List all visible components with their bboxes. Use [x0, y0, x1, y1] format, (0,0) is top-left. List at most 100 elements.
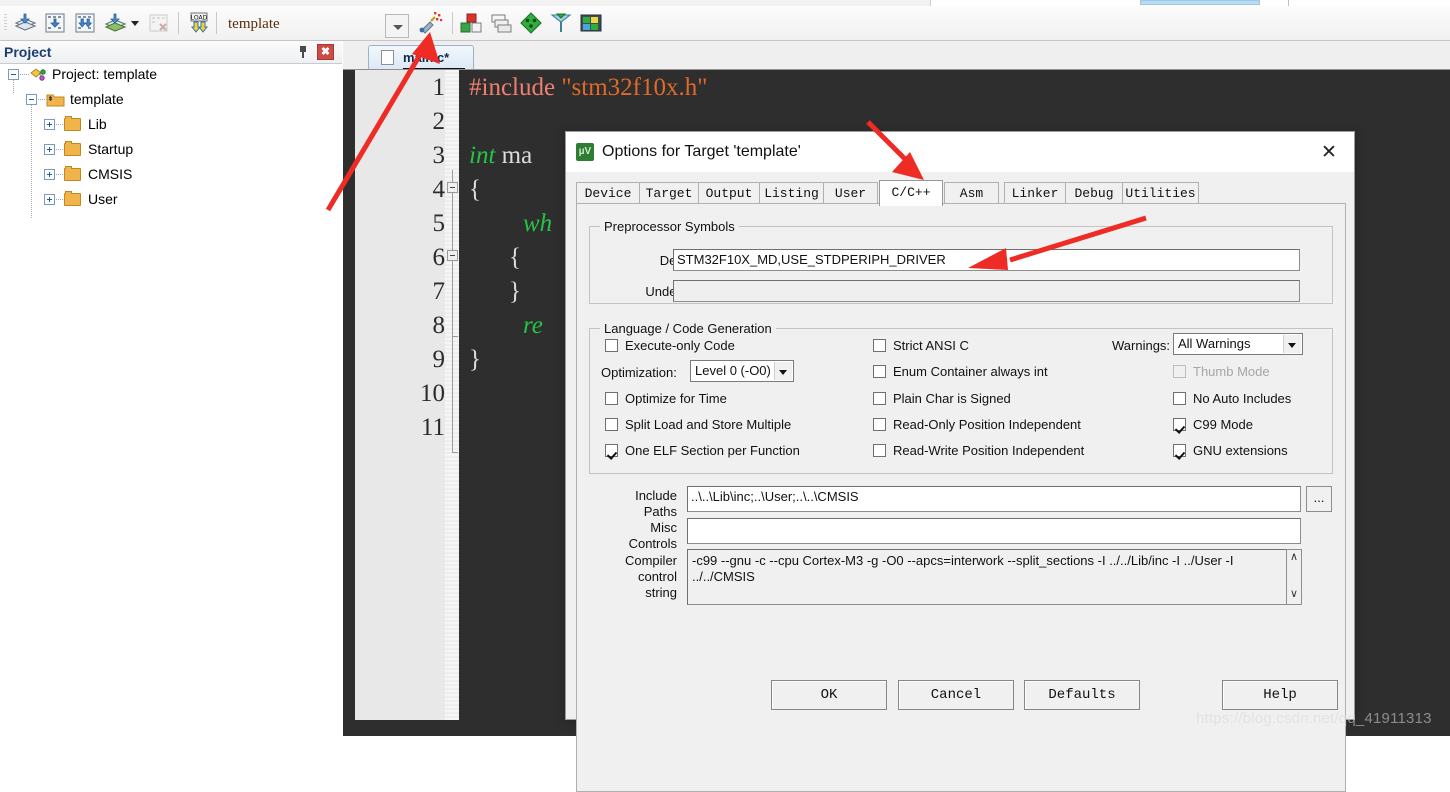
expander-minus-icon[interactable]: [8, 69, 19, 80]
compiler-control-string-textarea[interactable]: -c99 --gnu -c --cpu Cortex-M3 -g -O0 --a…: [687, 549, 1287, 605]
tab-device[interactable]: Device: [576, 182, 640, 204]
tab-main-c[interactable]: main.c*: [368, 45, 474, 70]
document-icon: [381, 50, 394, 65]
toolbar-grip[interactable]: [4, 14, 7, 32]
optimization-select[interactable]: Level 0 (-O0): [690, 360, 794, 382]
folder-icon: [64, 166, 81, 181]
tab-listing[interactable]: Listing: [759, 182, 824, 204]
tree-item-label: Startup: [88, 141, 134, 157]
label-execute-only-code: Execute-only Code: [625, 338, 735, 353]
line-number: 7: [432, 278, 446, 305]
expander-minus-icon[interactable]: [26, 94, 37, 105]
chevron-down-icon[interactable]: [774, 362, 792, 380]
label-no-auto-includes: No Auto Includes: [1193, 391, 1292, 406]
batch-build-dropdown-icon[interactable]: [128, 10, 142, 36]
dialog-close-icon[interactable]: ✕: [1312, 140, 1346, 166]
tree-item-lib[interactable]: Lib: [0, 114, 342, 136]
target-options-icon[interactable]: [414, 10, 444, 36]
checkbox-enum-container-always-int[interactable]: [873, 365, 886, 378]
pack-installer-icon[interactable]: [578, 10, 604, 36]
checkbox-strict-ansi-c[interactable]: [873, 339, 886, 352]
checkbox-execute-only-code[interactable]: [605, 339, 618, 352]
tab-debug[interactable]: Debug: [1065, 182, 1123, 204]
checkbox-one-elf-section-per-function[interactable]: [605, 444, 618, 457]
tree-item-cmsis[interactable]: CMSIS: [0, 164, 342, 186]
code-token-text: }: [469, 346, 481, 373]
editor-tabstrip: main.c*: [343, 41, 1450, 70]
project-target-combo-value[interactable]: template: [228, 16, 398, 36]
fold-toggle-icon[interactable]: [447, 182, 458, 193]
checkbox-split-load-and-store-multiple[interactable]: [605, 418, 618, 431]
rebuild-icon[interactable]: [72, 10, 98, 36]
expander-plus-icon[interactable]: [44, 194, 55, 205]
tab-asm[interactable]: Asm: [944, 182, 999, 204]
code-token-text: {: [509, 244, 521, 271]
checkbox-c99-mode[interactable]: [1173, 418, 1186, 431]
batch-build-icon[interactable]: [102, 10, 128, 36]
fold-guide-line: [452, 170, 453, 452]
code-token-preprocessor: #include: [469, 74, 556, 101]
expander-plus-icon[interactable]: [44, 169, 55, 180]
fold-guide-tick: [452, 336, 458, 337]
checkbox-gnu-extensions[interactable]: [1173, 444, 1186, 457]
checkbox-plain-char-is-signed[interactable]: [873, 392, 886, 405]
code-token-string: "stm32f10x.h": [561, 74, 708, 101]
translate-icon[interactable]: [12, 10, 38, 36]
close-icon[interactable]: ✖: [317, 44, 334, 60]
tree-item-project[interactable]: Project: template: [0, 64, 342, 86]
load-icon[interactable]: LOAD: [186, 10, 212, 36]
checkbox-thumb-mode: [1173, 365, 1186, 378]
configuration-wizard-icon[interactable]: [518, 10, 544, 36]
checkbox-read-write-position-independent[interactable]: [873, 444, 886, 457]
tab-user[interactable]: User: [823, 182, 878, 204]
label-plain-char-is-signed: Plain Char is Signed: [893, 391, 1011, 406]
label-optimize-for-time: Optimize for Time: [625, 391, 727, 406]
checkbox-optimize-for-time[interactable]: [605, 392, 618, 405]
scroll-down-icon[interactable]: ∨: [1287, 587, 1301, 604]
toolbar-separator: [178, 12, 179, 34]
code-line: #include "stm32f10x.h": [469, 74, 707, 102]
tree-item-startup[interactable]: Startup: [0, 139, 342, 161]
project-panel-header: Project ✖: [0, 41, 342, 64]
cancel-button[interactable]: Cancel: [898, 680, 1014, 710]
debug-settings-icon[interactable]: [548, 10, 574, 36]
combo-dropdown-icon[interactable]: [385, 14, 409, 38]
manage-components-icon[interactable]: [458, 10, 484, 36]
tab-linker[interactable]: Linker: [1004, 182, 1066, 204]
browse-include-paths-button[interactable]: ...: [1306, 486, 1332, 512]
expander-plus-icon[interactable]: [44, 144, 55, 155]
compiler-control-string-label-line2: control: [637, 569, 677, 584]
toolbar-separator: [216, 12, 217, 34]
define-input[interactable]: STM32F10X_MD,USE_STDPERIPH_DRIVER: [673, 249, 1300, 271]
scroll-up-icon[interactable]: ∧: [1287, 550, 1301, 567]
line-number: 8: [432, 312, 446, 339]
ok-button[interactable]: OK: [771, 680, 887, 710]
misc-controls-input[interactable]: [687, 518, 1301, 544]
expander-plus-icon[interactable]: [44, 119, 55, 130]
pin-icon[interactable]: [296, 45, 310, 59]
checkbox-read-only-position-independent[interactable]: [873, 418, 886, 431]
include-paths-label-line2: Paths: [643, 504, 677, 519]
compiler-string-scrollbar[interactable]: ∧ ∨: [1286, 549, 1302, 605]
tab-utilities[interactable]: Utilities: [1122, 182, 1199, 204]
tree-item-template[interactable]: template: [0, 89, 342, 111]
optimization-value: Level 0 (-O0): [695, 363, 771, 378]
fold-toggle-icon[interactable]: [447, 250, 458, 261]
warnings-select[interactable]: All Warnings: [1173, 333, 1303, 355]
checkbox-no-auto-includes[interactable]: [1173, 392, 1186, 405]
tab-ccpp[interactable]: C/C++: [879, 180, 943, 206]
undefine-input[interactable]: [673, 280, 1300, 302]
fold-guide-tick: [452, 452, 458, 453]
build-icon[interactable]: [42, 10, 68, 36]
multi-project-icon[interactable]: [488, 10, 514, 36]
top-selected-item: [1140, 0, 1260, 5]
toolbar-separator: [452, 12, 453, 34]
chevron-down-icon[interactable]: [1283, 335, 1301, 353]
include-paths-input[interactable]: ..\..\Lib\inc;..\User;..\..\CMSIS: [687, 486, 1301, 512]
include-paths-label-line1: Include: [635, 488, 677, 503]
tab-target[interactable]: Target: [639, 182, 699, 204]
defaults-button[interactable]: Defaults: [1024, 680, 1140, 710]
tree-item-user[interactable]: User: [0, 189, 342, 211]
help-button[interactable]: Help: [1222, 680, 1338, 710]
tab-output[interactable]: Output: [698, 182, 760, 204]
